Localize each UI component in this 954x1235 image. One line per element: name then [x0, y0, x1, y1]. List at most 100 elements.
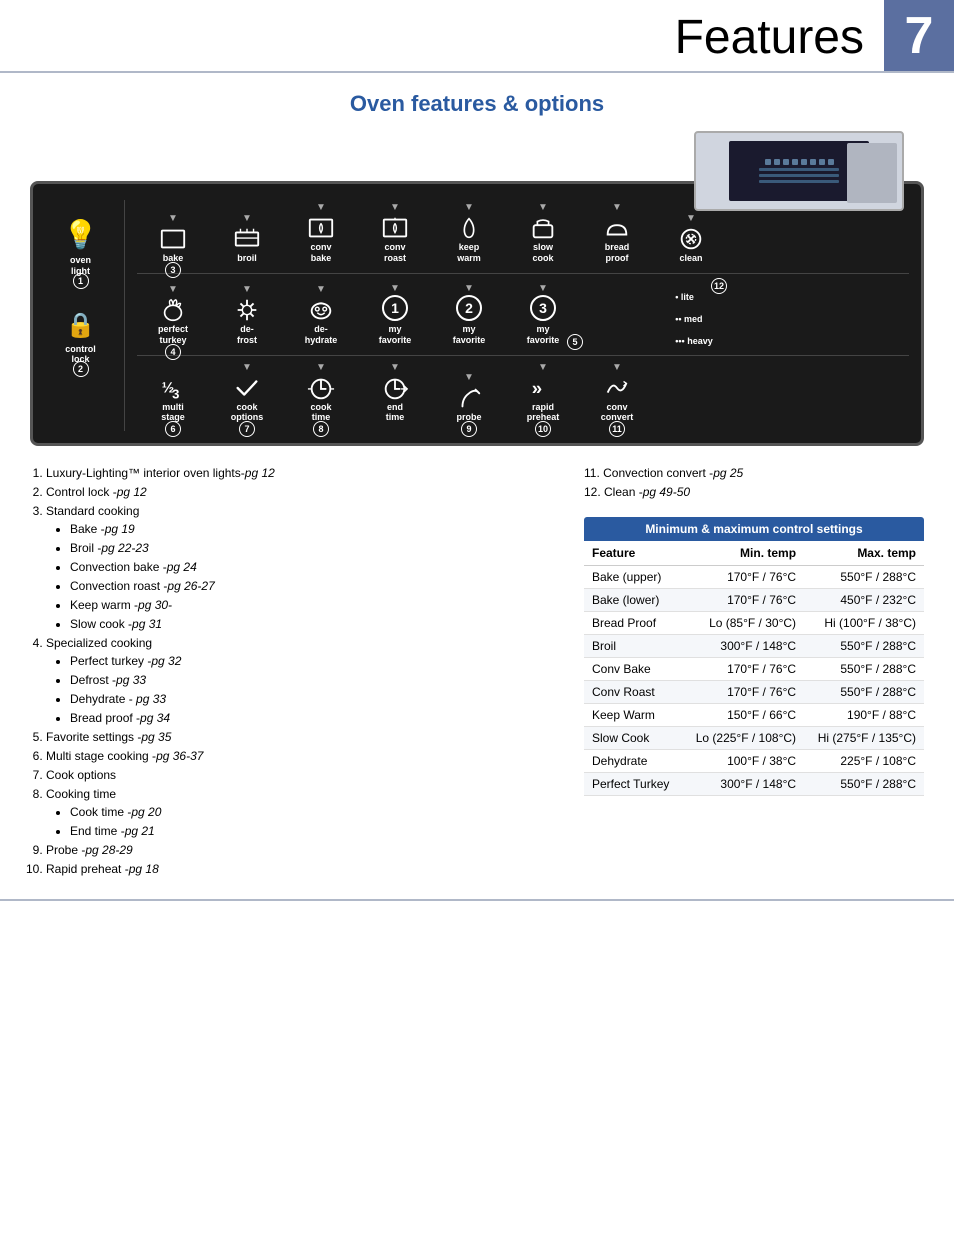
multi-stage-key[interactable]: ½ 3 multistage 6	[137, 360, 209, 430]
oven-light-key[interactable]: 💡 ovenlight 1	[45, 200, 116, 285]
table-cell-0-0: Bake (upper)	[584, 565, 682, 588]
table-cell-7-0: Slow Cook	[584, 726, 682, 749]
probe-key[interactable]: ▼ probe 9	[433, 370, 505, 429]
conv-bake-label: convbake	[310, 242, 331, 264]
my-favorite-2-circle: 2	[456, 295, 482, 321]
note-3: Standard cooking Bake -pg 19 Broil -pg 2…	[46, 502, 554, 633]
display-dot	[765, 159, 771, 165]
table-row: Broil300°F / 148°C550°F / 288°C	[584, 634, 924, 657]
table-row: Conv Bake170°F / 76°C550°F / 288°C	[584, 657, 924, 680]
cook-options-key[interactable]: ▼ cookoptions 7	[211, 360, 283, 430]
note-3-conv-roast: Convection roast -pg 26-27	[70, 577, 554, 595]
badge-8: 8	[313, 421, 329, 437]
dehydrate-key[interactable]: ▼ de-hydrate	[285, 282, 357, 352]
table-row: Conv Roast170°F / 76°C550°F / 288°C	[584, 680, 924, 703]
table-row: Perfect Turkey300°F / 148°C550°F / 288°C	[584, 772, 924, 795]
table-cell-7-1: Lo (225°F / 108°C)	[682, 726, 804, 749]
my-favorite-3-key[interactable]: ▼ 3 myfavorite 5	[507, 281, 579, 352]
badge-11: 11	[609, 421, 625, 437]
perfect-turkey-icon	[158, 296, 188, 324]
table-cell-7-2: Hi (275°F / 135°C)	[804, 726, 924, 749]
med-label: •• med	[675, 314, 702, 324]
slow-cook-icon	[528, 214, 558, 242]
table-row: Slow CookLo (225°F / 108°C)Hi (275°F / 1…	[584, 726, 924, 749]
bake-icon	[158, 225, 188, 253]
spacer-1	[581, 332, 653, 352]
broil-icon	[232, 225, 262, 253]
section-title: Oven features & options	[0, 91, 954, 117]
table-cell-3-0: Broil	[584, 634, 682, 657]
my-favorite-1-label: myfavorite	[379, 324, 412, 346]
note-11: 11. Convection convert -pg 25	[584, 464, 924, 483]
clean-label: clean	[679, 253, 702, 264]
display-line	[759, 168, 839, 171]
note-8-cook-time: Cook time -pg 20	[70, 803, 554, 821]
rapid-preheat-key[interactable]: ▼ » rapidpreheat 10	[507, 360, 579, 430]
note-3-broil: Broil -pg 22-23	[70, 539, 554, 557]
oven-display	[694, 131, 904, 211]
perfect-turkey-key[interactable]: ▼ perfectturkey 4	[137, 282, 209, 352]
notes-left: Luxury-Lighting™ interior oven lights-pg…	[30, 464, 554, 879]
cook-time-label: cooktime	[310, 402, 331, 424]
arrow-down-icon: ▼	[464, 372, 474, 383]
arrow-down-icon: ▼	[316, 362, 326, 373]
table-cell-4-2: 550°F / 288°C	[804, 657, 924, 680]
table-row: Dehydrate100°F / 38°C225°F / 108°C	[584, 749, 924, 772]
broil-key[interactable]: ▼ broil	[211, 211, 283, 270]
arrow-down-icon: ▼	[168, 284, 178, 295]
note-5: Favorite settings -pg 35	[46, 728, 554, 746]
arrow-down-icon: ▼	[390, 362, 400, 373]
my-favorite-1-circle: 1	[382, 295, 408, 321]
cook-time-key[interactable]: ▼ cooktime 8	[285, 360, 357, 430]
badge-1: 1	[73, 273, 89, 289]
arrow-down-icon: ▼	[390, 283, 400, 294]
end-time-label: endtime	[386, 402, 405, 424]
display-dot	[792, 159, 798, 165]
table-cell-0-1: 170°F / 76°C	[682, 565, 804, 588]
note-2: Control lock -pg 12	[46, 483, 554, 501]
main-keys-area: ▼ bake 3 ▼	[137, 200, 909, 431]
my-favorite-2-key[interactable]: ▼ 2 myfavorite	[433, 281, 505, 352]
display-dot	[810, 159, 816, 165]
dehydrate-icon	[306, 296, 336, 324]
bottom-border	[0, 899, 954, 901]
oven-display-gray	[847, 143, 897, 203]
note-4-perfect-turkey: Perfect turkey -pg 32	[70, 652, 554, 670]
badge-7: 7	[239, 421, 255, 437]
table-cell-1-0: Bake (lower)	[584, 588, 682, 611]
table-row: Keep Warm150°F / 66°C190°F / 88°C	[584, 703, 924, 726]
keys-row-3: ½ 3 multistage 6 ▼ cookoptions 7	[137, 360, 909, 430]
note-10: Rapid preheat -pg 18	[46, 860, 554, 878]
clean-key[interactable]: ▼ clean	[655, 211, 727, 270]
defrost-key[interactable]: ▼ de-frost	[211, 282, 283, 352]
probe-icon	[454, 384, 484, 412]
note-7: Cook options	[46, 766, 554, 784]
table-cell-3-2: 550°F / 288°C	[804, 634, 924, 657]
multi-stage-icon: ½ 3	[158, 374, 188, 402]
note-4-bread-proof: Bread proof -pg 34	[70, 709, 554, 727]
badge-3: 3	[165, 262, 181, 278]
conv-convert-key[interactable]: ▼ convconvert 11	[581, 360, 653, 430]
rapid-preheat-icon: »	[528, 374, 558, 402]
table-header-max: Max. temp	[804, 541, 924, 566]
bake-key[interactable]: ▼ bake 3	[137, 211, 209, 270]
arrow-down-icon: ▼	[242, 284, 252, 295]
control-lock-key[interactable]: 🔒 controllock 2	[45, 297, 116, 374]
table-cell-4-0: Conv Bake	[584, 657, 682, 680]
my-favorite-3-label: myfavorite	[527, 324, 560, 346]
end-time-key[interactable]: ▼ endtime	[359, 360, 431, 430]
display-line	[759, 180, 839, 183]
keep-warm-label: keepwarm	[457, 242, 481, 264]
note-3-slow-cook: Slow cook -pg 31	[70, 615, 554, 633]
my-favorite-1-key[interactable]: ▼ 1 myfavorite	[359, 281, 431, 352]
note-4: Specialized cooking Perfect turkey -pg 3…	[46, 634, 554, 727]
defrost-label: de-frost	[237, 324, 257, 346]
table-cell-8-1: 100°F / 38°C	[682, 749, 804, 772]
note-6: Multi stage cooking -pg 36-37	[46, 747, 554, 765]
perfect-turkey-label: perfectturkey	[158, 324, 188, 346]
arrow-down-icon: ▼	[612, 362, 622, 373]
table-cell-5-1: 170°F / 76°C	[682, 680, 804, 703]
table-cell-8-0: Dehydrate	[584, 749, 682, 772]
note-1: Luxury-Lighting™ interior oven lights-pg…	[46, 464, 554, 482]
table-cell-3-1: 300°F / 148°C	[682, 634, 804, 657]
